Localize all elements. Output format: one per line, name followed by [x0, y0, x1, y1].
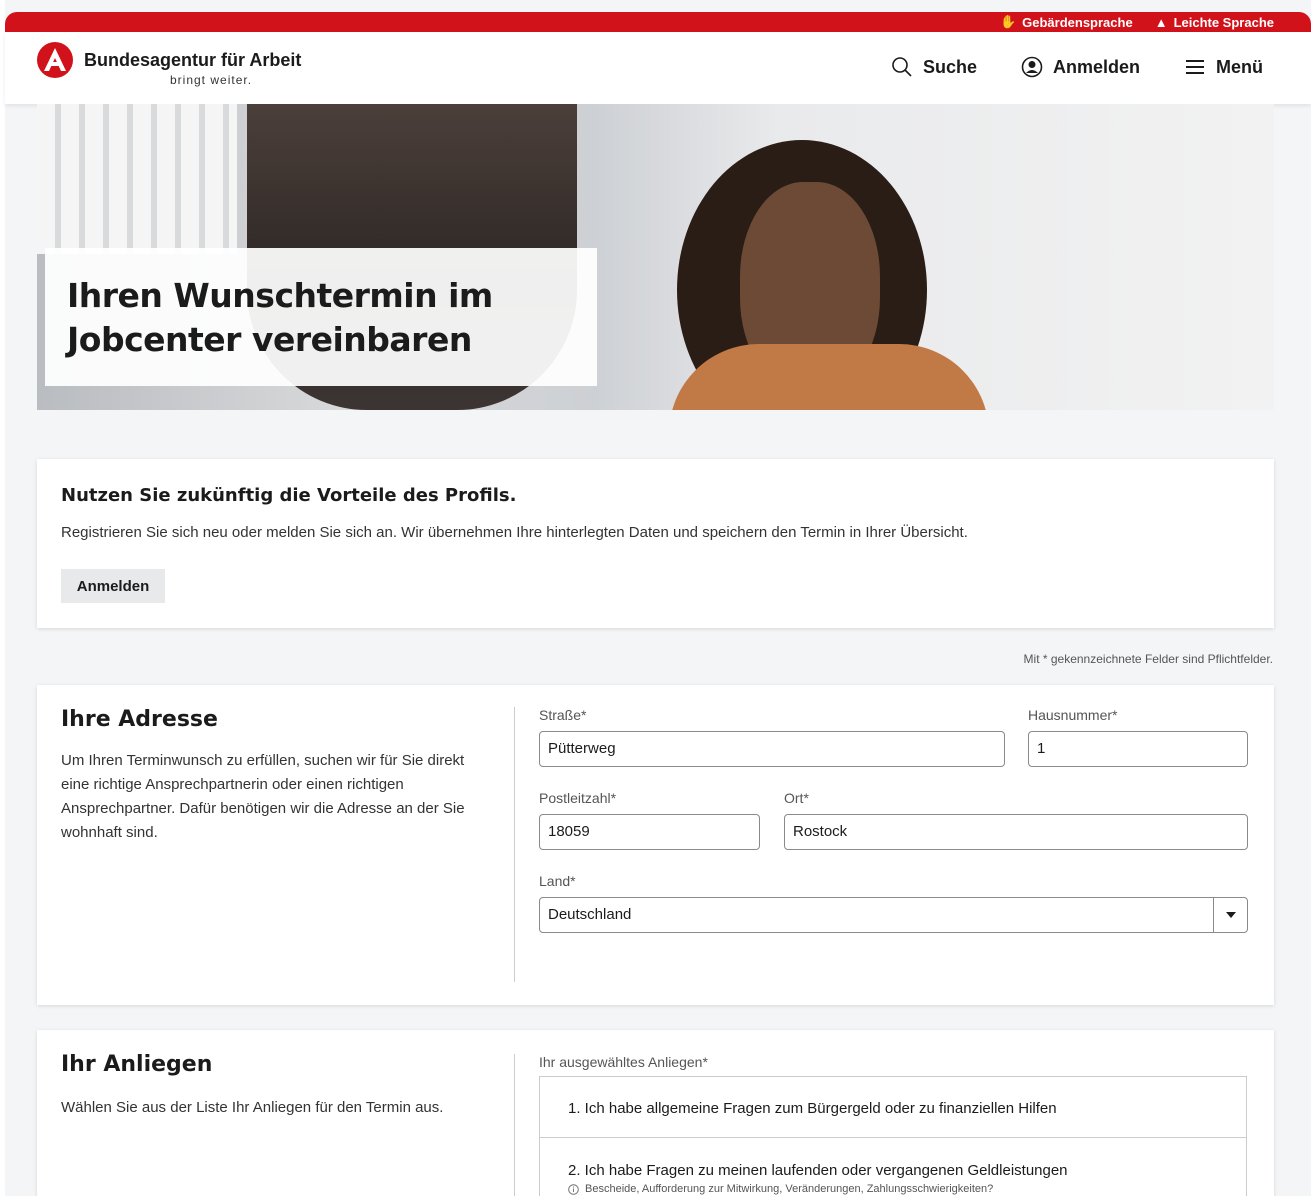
country-label: Land*	[539, 873, 576, 889]
user-icon	[1021, 56, 1043, 78]
hero-title-box: Ihren Wunschtermin im Jobcenter vereinba…	[45, 248, 597, 386]
concern-select-label: Ihr ausgewähltes Anliegen*	[539, 1054, 708, 1070]
book-icon: ▲	[1154, 14, 1168, 30]
zip-field[interactable]: 18059	[539, 814, 760, 850]
login-button[interactable]: Anmelden	[1021, 56, 1140, 78]
easy-language-label: Leichte Sprache	[1173, 14, 1274, 30]
concern-option-1[interactable]: 1. Ich habe allgemeine Fragen zum Bürger…	[539, 1076, 1247, 1138]
concern-divider	[514, 1054, 515, 1196]
concern-option-1-text: 1. Ich habe allgemeine Fragen zum Bürger…	[568, 1100, 1057, 1117]
concern-option-2-text: 2. Ich habe Fragen zu meinen laufenden o…	[568, 1162, 1068, 1179]
menu-label: Menü	[1216, 56, 1263, 77]
logo[interactable]	[37, 42, 73, 78]
page: ✋ Gebärdensprache ▲ Leichte Sprache Bund…	[5, 0, 1311, 1196]
search-icon	[892, 57, 912, 77]
easy-language-link[interactable]: ▲ Leichte Sprache	[1155, 14, 1274, 30]
promo-text: Registrieren Sie sich neu oder melden Si…	[61, 524, 968, 541]
logo-icon	[44, 48, 66, 71]
login-label: Anmelden	[1052, 56, 1140, 77]
address-heading: Ihre Adresse	[61, 707, 218, 732]
caret-down-icon	[1225, 912, 1236, 918]
concern-option-2-subtext-label: Bescheide, Aufforderung zur Mitwirkung, …	[585, 1183, 994, 1195]
address-card: Ihre Adresse Um Ihren Terminwunsch zu er…	[37, 685, 1274, 1005]
search-label: Suche	[922, 56, 977, 77]
sign-language-link[interactable]: ✋ Gebärdensprache	[1000, 14, 1133, 30]
zip-label: Postleitzahl*	[539, 790, 617, 806]
profile-promo-card: Nutzen Sie zukünftig die Vorteile des Pr…	[37, 459, 1274, 628]
hero-person-jacket	[669, 344, 989, 410]
promo-login-button[interactable]: Anmelden	[61, 569, 165, 603]
promo-heading: Nutzen Sie zukünftig die Vorteile des Pr…	[61, 485, 517, 506]
city-label: Ort*	[784, 790, 809, 806]
accessibility-bar: ✋ Gebärdensprache ▲ Leichte Sprache	[5, 12, 1311, 32]
hamburger-icon	[1186, 60, 1204, 74]
menu-button[interactable]: Menü	[1184, 56, 1263, 78]
concern-option-2-subtext: Bescheide, Aufforderung zur Mitwirkung, …	[568, 1183, 993, 1195]
address-description: Um Ihren Terminwunsch zu erfüllen, suche…	[61, 752, 465, 841]
street-field[interactable]: Pütterweg	[539, 731, 1005, 767]
main-nav: Suche Anmelden Menü	[891, 56, 1263, 78]
concern-description: Wählen Sie aus der Liste Ihr Anliegen fü…	[61, 1099, 444, 1116]
address-divider	[514, 707, 515, 982]
dropdown-toggle[interactable]	[1213, 898, 1247, 932]
house-number-label: Hausnummer*	[1028, 707, 1118, 723]
country-select[interactable]: Deutschland	[539, 897, 1248, 933]
hero-window-blinds	[37, 104, 237, 254]
brand-name: Bundesagentur für Arbeit	[84, 50, 302, 70]
concern-heading: Ihr Anliegen	[61, 1052, 213, 1077]
site-header: Bundesagentur für Arbeit bringt weiter. …	[5, 32, 1311, 104]
info-icon	[568, 1183, 579, 1195]
search-button[interactable]: Suche	[891, 56, 977, 78]
country-value: Deutschland	[548, 906, 632, 923]
required-hint: Mit * gekennzeichnete Felder sind Pflich…	[1023, 652, 1273, 666]
page-title: Ihren Wunschtermin im Jobcenter vereinba…	[67, 276, 493, 359]
city-field[interactable]: Rostock	[784, 814, 1248, 850]
street-label: Straße*	[539, 707, 587, 723]
hand-icon: ✋	[999, 14, 1017, 29]
sign-language-label: Gebärdensprache	[1022, 14, 1133, 30]
concern-option-2[interactable]: 2. Ich habe Fragen zu meinen laufenden o…	[539, 1137, 1247, 1196]
brand-tagline: bringt weiter.	[170, 73, 253, 87]
house-number-field[interactable]: 1	[1028, 731, 1248, 767]
concern-card: Ihr Anliegen Wählen Sie aus der Liste Ih…	[37, 1030, 1274, 1196]
